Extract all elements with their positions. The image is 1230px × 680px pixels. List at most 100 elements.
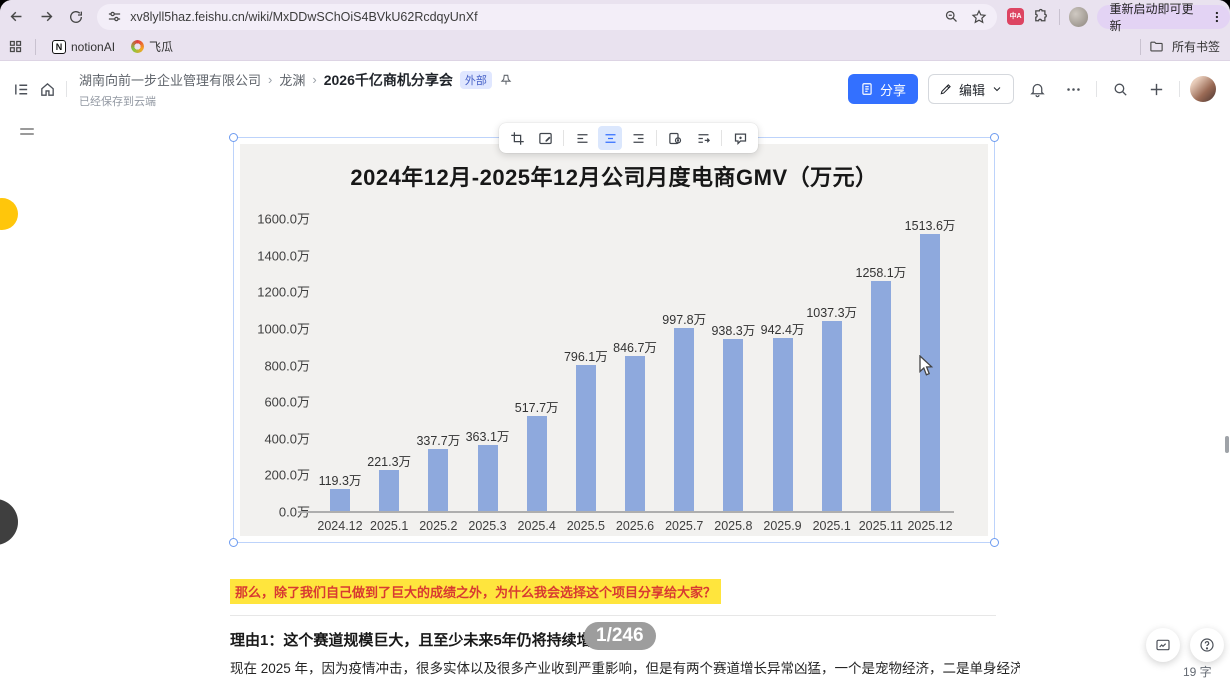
annotate-button[interactable]	[533, 126, 557, 150]
url-text[interactable]: xv8lyll5haz.feishu.cn/wiki/MxDDwSChOiS4B…	[130, 10, 944, 24]
outline-toggle-button[interactable]	[20, 128, 34, 135]
forward-button[interactable]	[34, 4, 60, 30]
reason-heading[interactable]: 理由1：这个赛道规模巨大，且至少未来5年仍将持续增长	[230, 629, 607, 650]
x-axis-tick: 2025.5	[566, 519, 605, 533]
highlighted-question[interactable]: 那么，除了我们自己做到了巨大的成绩之外，为什么我会选择这个项目分享给大家？	[230, 579, 722, 604]
outline-icon	[20, 128, 34, 130]
home-button[interactable]	[34, 76, 60, 102]
x-axis-tick: 2025.9	[763, 519, 802, 533]
resize-handle-bottom-left[interactable]	[229, 538, 238, 547]
section-divider	[230, 615, 996, 616]
tree-icon	[14, 84, 27, 94]
resize-handle-bottom-right[interactable]	[990, 538, 999, 547]
comment-button[interactable]	[728, 126, 752, 150]
divider	[1058, 8, 1060, 25]
bookmark-feigua[interactable]: 飞瓜	[131, 38, 173, 55]
address-bar[interactable]: xv8lyll5haz.feishu.cn/wiki/MxDDwSChOiS4B…	[97, 3, 998, 30]
bar-2025.2	[428, 449, 449, 511]
plus-icon	[1150, 83, 1162, 95]
browser-window: xv8lyll5haz.feishu.cn/wiki/MxDDwSChOiS4B…	[0, 0, 1230, 680]
record-button[interactable]	[1146, 628, 1180, 662]
bar-value-label: 221.3万	[367, 455, 412, 470]
bookmark-star-icon[interactable]	[971, 9, 987, 25]
back-button[interactable]	[4, 4, 30, 30]
breadcrumb-company[interactable]: 湖南向前一步企业管理有限公司	[79, 70, 261, 89]
bar-value-label: 1513.6万	[904, 218, 956, 233]
all-bookmarks-button[interactable]: 所有书签	[1172, 38, 1220, 55]
site-settings-icon[interactable]	[107, 9, 122, 24]
apps-grid-icon[interactable]	[8, 39, 23, 54]
bar-value-label: 517.7万	[514, 401, 559, 416]
x-axis-tick: 2025.3	[468, 519, 507, 533]
user-avatar[interactable]	[1190, 76, 1216, 102]
translate-extension-icon[interactable]: 中A	[1007, 8, 1024, 25]
outline-icon	[20, 133, 34, 135]
page-title[interactable]: 2026千亿商机分享会	[324, 70, 453, 90]
align-left-button[interactable]	[570, 126, 594, 150]
bar-2025.9	[772, 338, 793, 511]
edit-button[interactable]: 编辑	[927, 74, 1014, 104]
bar-value-label: 938.3万	[711, 324, 756, 339]
breadcrumb-separator: ›	[268, 72, 273, 87]
pin-icon[interactable]	[499, 73, 513, 87]
image-toolbar	[499, 123, 758, 153]
scrollbar-thumb[interactable]	[1225, 436, 1229, 453]
y-axis-tick: 1000.0万	[257, 321, 310, 337]
reload-button[interactable]	[63, 4, 89, 30]
bar-2025.4	[526, 416, 547, 511]
bar-value-label: 337.7万	[416, 434, 461, 449]
crop-button[interactable]	[505, 126, 529, 150]
notifications-button[interactable]	[1024, 76, 1050, 102]
ellipsis-icon	[1066, 87, 1080, 91]
divider	[1139, 38, 1141, 55]
help-button[interactable]	[1190, 628, 1224, 662]
move-to-button[interactable]	[691, 126, 715, 150]
folder-icon	[1150, 41, 1163, 52]
bar-2025.11	[870, 280, 891, 511]
y-axis-tick: 1600.0万	[257, 211, 310, 227]
mouse-cursor	[919, 355, 934, 376]
more-actions-button[interactable]	[1060, 76, 1086, 102]
move-arrow-icon	[698, 133, 710, 143]
edit-label: 编辑	[958, 82, 985, 98]
x-axis-tick: 2025.7	[665, 519, 704, 533]
extensions-puzzle-icon[interactable]	[1033, 8, 1050, 25]
wiki-tree-toggle-button[interactable]	[8, 76, 34, 102]
kebab-menu-icon[interactable]	[1210, 10, 1224, 24]
align-right-button[interactable]	[626, 126, 650, 150]
align-left-icon	[577, 133, 587, 143]
create-new-button[interactable]	[1143, 76, 1169, 102]
align-right-icon	[633, 133, 643, 143]
search-button[interactable]	[1107, 76, 1133, 102]
restart-update-button[interactable]: 重新启动即可更新	[1097, 2, 1230, 33]
resize-handle-top-right[interactable]	[990, 133, 999, 142]
resize-handle-top-left[interactable]	[229, 133, 238, 142]
bookmarks-bar: N notionAI 飞瓜 所有书签	[0, 33, 1230, 61]
note-edit-icon	[538, 132, 552, 144]
bookmark-label: 飞瓜	[149, 40, 174, 54]
gmv-bar-chart[interactable]: 2024年12月-2025年12月公司月度电商GMV（万元） 0.0万 200.0…	[240, 144, 988, 536]
body-paragraph[interactable]: 现在 2025 年，因为疫情冲击，很多实体以及很多产业收到严重影响，但是有两个赛…	[230, 659, 1020, 679]
pencil-icon	[940, 84, 951, 95]
x-axis-tick: 2025.11	[858, 519, 903, 533]
y-axis-tick: 200.0万	[264, 467, 310, 483]
breadcrumb-space[interactable]: 龙渊	[279, 70, 305, 89]
bar-value-label: 119.3万	[318, 474, 362, 489]
divider	[656, 130, 657, 146]
comment-icon	[734, 133, 746, 145]
x-axis-tick: 2025.4	[517, 519, 556, 533]
bar-2025.1	[379, 470, 400, 511]
x-axis-tick: 2025.8	[714, 519, 753, 533]
page-counter-badge: 1/246	[584, 622, 656, 650]
align-center-button[interactable]	[598, 126, 622, 150]
bar-value-label: 997.8万	[662, 313, 707, 328]
home-icon	[40, 82, 54, 96]
x-axis-tick: 2025.2	[419, 519, 458, 533]
share-button[interactable]: 分享	[847, 74, 918, 104]
divider	[66, 81, 67, 97]
zoom-icon[interactable]	[944, 9, 959, 24]
browser-profile-avatar[interactable]	[1068, 6, 1089, 27]
copy-link-button[interactable]	[663, 126, 687, 150]
bookmark-notionai[interactable]: N notionAI	[52, 39, 115, 54]
restart-update-label: 重新启动即可更新	[1109, 1, 1194, 33]
